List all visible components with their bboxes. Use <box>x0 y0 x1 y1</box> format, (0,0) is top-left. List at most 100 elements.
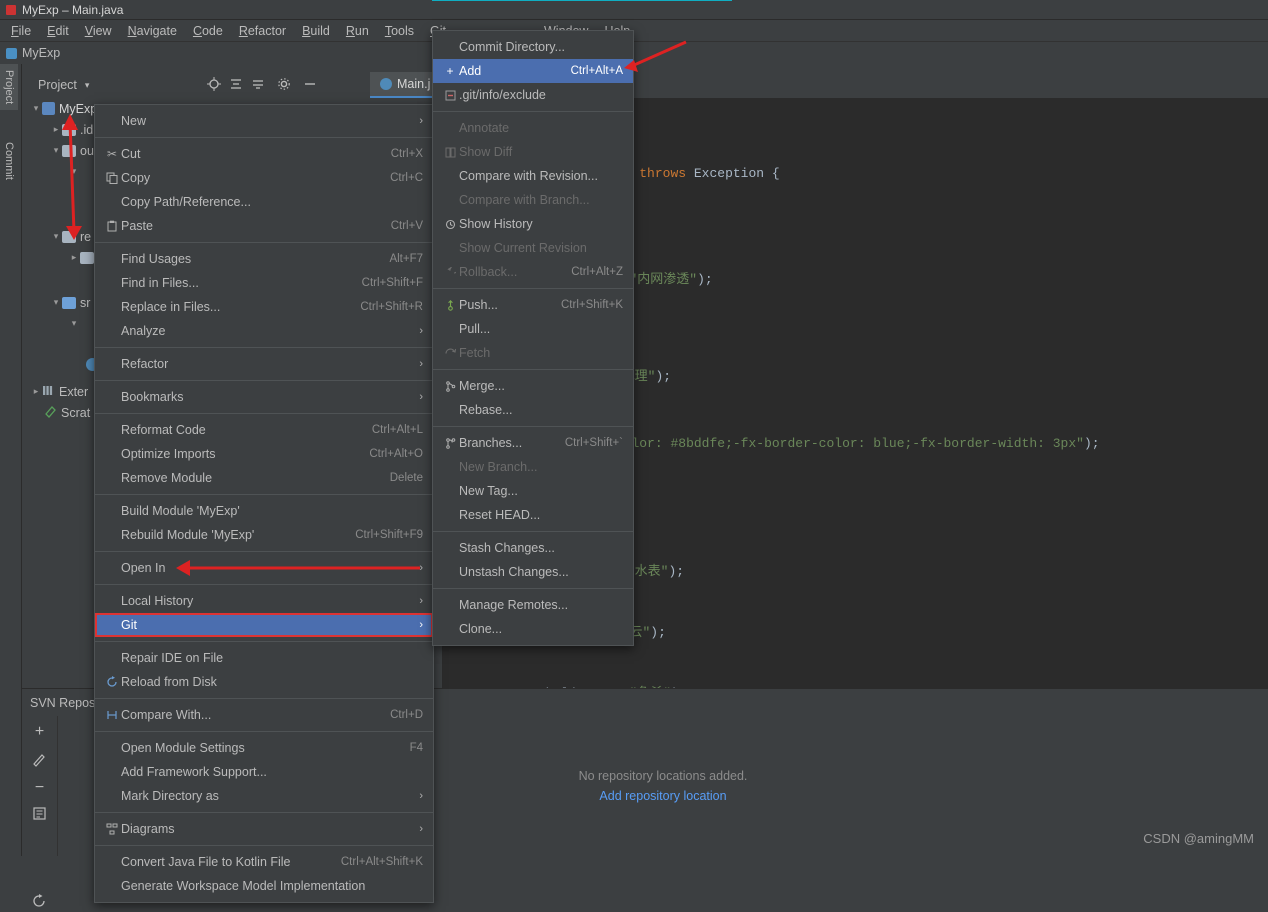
project-panel-title[interactable]: Project <box>38 78 77 92</box>
chevron-right-icon[interactable]: ▸ <box>68 252 80 263</box>
submenu-item-compare-with-revision[interactable]: Compare with Revision... <box>433 164 633 188</box>
submenu-item-add[interactable]: + Add Ctrl+Alt+A <box>433 59 633 83</box>
menu-build[interactable]: Build <box>295 22 337 40</box>
submenu-item-label: Show Diff <box>459 145 513 159</box>
menu-item-diagrams[interactable]: Diagrams › <box>95 817 433 841</box>
chevron-down-icon[interactable]: ▾ <box>68 166 80 177</box>
menu-item-build-module[interactable]: Build Module 'MyExp' <box>95 499 433 523</box>
menu-item-paste[interactable]: Paste Ctrl+V <box>95 214 433 238</box>
menu-item-generate-workspace-model[interactable]: Generate Workspace Model Implementation <box>95 874 433 898</box>
tree-label: ou <box>80 143 94 158</box>
edit-icon[interactable] <box>32 752 47 770</box>
gear-icon[interactable] <box>277 77 291 94</box>
breadcrumb-project[interactable]: MyExp <box>22 46 60 60</box>
menu-item-mark-directory-as[interactable]: Mark Directory as › <box>95 784 433 808</box>
submenu-item-unstash-changes[interactable]: Unstash Changes... <box>433 560 633 584</box>
submenu-item-git-exclude[interactable]: .git/info/exclude <box>433 83 633 107</box>
hide-panel-icon[interactable] <box>303 77 317 94</box>
branch-icon <box>441 437 459 449</box>
tab-label: Main.j <box>397 77 431 91</box>
submenu-item-push[interactable]: Push... Ctrl+Shift+K <box>433 293 633 317</box>
submenu-item-label: .git/info/exclude <box>459 88 546 102</box>
submenu-item-manage-remotes[interactable]: Manage Remotes... <box>433 593 633 617</box>
menu-item-open-in[interactable]: Open In › <box>95 556 433 580</box>
submenu-item-label: Branches... <box>459 436 523 450</box>
menu-item-reload-from-disk[interactable]: Reload from Disk <box>95 670 433 694</box>
chevron-down-icon[interactable]: ▾ <box>50 231 62 242</box>
menu-item-shortcut: Ctrl+C <box>390 172 423 184</box>
remove-icon[interactable]: − <box>35 780 44 796</box>
menu-item-optimize-imports[interactable]: Optimize Imports Ctrl+Alt+O <box>95 442 433 466</box>
menu-separator <box>433 588 633 589</box>
chevron-down-icon[interactable]: ▾ <box>50 297 62 308</box>
menu-item-bookmarks[interactable]: Bookmarks › <box>95 385 433 409</box>
menu-item-cut[interactable]: ✂ Cut Ctrl+X <box>95 142 433 166</box>
refresh-icon[interactable] <box>32 894 47 912</box>
menu-navigate[interactable]: Navigate <box>121 22 184 40</box>
menu-item-open-module-settings[interactable]: Open Module Settings F4 <box>95 736 433 760</box>
menu-item-remove-module[interactable]: Remove Module Delete <box>95 466 433 490</box>
menu-item-rebuild-module[interactable]: Rebuild Module 'MyExp' Ctrl+Shift+F9 <box>95 523 433 547</box>
tab-main-java[interactable]: Main.j <box>370 72 441 98</box>
add-repository-location-link[interactable]: Add repository location <box>599 789 726 803</box>
svn-panel-title[interactable]: SVN Repos <box>30 696 95 710</box>
submenu-item-commit-directory[interactable]: Commit Directory... <box>433 35 633 59</box>
git-submenu[interactable]: Commit Directory... + Add Ctrl+Alt+A .gi… <box>432 30 634 646</box>
submenu-item-merge[interactable]: Merge... <box>433 374 633 398</box>
submenu-item-new-tag[interactable]: New Tag... <box>433 479 633 503</box>
submenu-item-label: Fetch <box>459 346 491 360</box>
menu-item-reformat-code[interactable]: Reformat Code Ctrl+Alt+L <box>95 418 433 442</box>
submenu-item-fetch: Fetch <box>433 341 633 365</box>
submenu-item-pull[interactable]: Pull... <box>433 317 633 341</box>
chevron-down-icon[interactable]: ▾ <box>85 80 90 91</box>
sidebar-item-project[interactable]: Project <box>0 64 18 111</box>
project-context-menu[interactable]: New › ✂ Cut Ctrl+X Copy Ctrl+C Copy Path… <box>94 104 434 903</box>
chevron-down-icon[interactable]: ▾ <box>68 318 80 329</box>
submenu-item-reset-head[interactable]: Reset HEAD... <box>433 503 633 527</box>
menu-code[interactable]: Code <box>186 22 230 40</box>
menu-refactor[interactable]: Refactor <box>232 22 293 40</box>
menu-item-copy[interactable]: Copy Ctrl+C <box>95 166 433 190</box>
expand-all-icon[interactable] <box>229 77 243 94</box>
submenu-item-rebase[interactable]: Rebase... <box>433 398 633 422</box>
chevron-down-icon[interactable]: ▾ <box>30 103 42 114</box>
add-icon[interactable]: + <box>35 724 44 740</box>
menu-item-compare-with[interactable]: Compare With... Ctrl+D <box>95 703 433 727</box>
submenu-item-label: Annotate <box>459 121 510 135</box>
sidebar-item-commit[interactable]: Commit <box>0 136 18 186</box>
menu-item-repair-ide-on-file[interactable]: Repair IDE on File <box>95 646 433 670</box>
menu-item-find-usages[interactable]: Find Usages Alt+F7 <box>95 247 433 271</box>
menu-edit[interactable]: Edit <box>40 22 76 40</box>
menu-item-copy-path[interactable]: Copy Path/Reference... <box>95 190 433 214</box>
menu-view[interactable]: View <box>78 22 119 40</box>
menu-item-label: Generate Workspace Model Implementation <box>121 879 366 893</box>
clipboard-icon <box>103 220 121 232</box>
submenu-item-label: Pull... <box>459 322 491 336</box>
menu-item-add-framework-support[interactable]: Add Framework Support... <box>95 760 433 784</box>
menu-item-replace-in-files[interactable]: Replace in Files... Ctrl+Shift+R <box>95 295 433 319</box>
menu-separator <box>95 551 433 552</box>
collapse-all-icon[interactable] <box>251 77 265 94</box>
browse-icon[interactable] <box>32 806 47 824</box>
menu-item-refactor[interactable]: Refactor › <box>95 352 433 376</box>
chevron-down-icon[interactable]: ▾ <box>50 145 62 156</box>
menu-item-git[interactable]: Git › <box>95 613 433 637</box>
submenu-item-clone[interactable]: Clone... <box>433 617 633 641</box>
tree-label: sr <box>80 295 91 310</box>
chevron-right-icon[interactable]: ▸ <box>30 386 42 397</box>
menu-item-convert-java-to-kotlin[interactable]: Convert Java File to Kotlin File Ctrl+Al… <box>95 850 433 874</box>
submenu-item-show-history[interactable]: Show History <box>433 212 633 236</box>
menu-item-local-history[interactable]: Local History › <box>95 589 433 613</box>
menu-run[interactable]: Run <box>339 22 376 40</box>
menu-item-new[interactable]: New › <box>95 109 433 133</box>
submenu-item-stash-changes[interactable]: Stash Changes... <box>433 536 633 560</box>
java-class-icon <box>380 78 392 90</box>
menu-file[interactable]: FFileile <box>4 22 38 40</box>
locate-icon[interactable] <box>207 76 222 94</box>
menu-item-analyze[interactable]: Analyze › <box>95 319 433 343</box>
menu-tools[interactable]: Tools <box>378 22 421 40</box>
submenu-item-branches[interactable]: Branches... Ctrl+Shift+` <box>433 431 633 455</box>
chevron-right-icon[interactable]: ▸ <box>50 124 62 135</box>
menu-item-find-in-files[interactable]: Find in Files... Ctrl+Shift+F <box>95 271 433 295</box>
diagram-icon <box>103 823 121 835</box>
